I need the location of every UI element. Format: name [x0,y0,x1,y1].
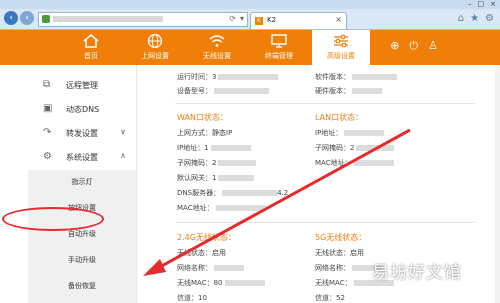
wifi24-mac-row: 无线MAC：80 [177,278,265,288]
gear-icon: ⚙ [43,151,52,162]
wan-mode-row: 上网方式：静态IP [177,129,233,137]
wifi5-channel-row: 信道：52 [315,294,345,302]
submenu-item-backup-restore[interactable]: 备份恢复 [28,274,136,298]
lan-status-title: LAN口状态： [315,113,364,122]
highlight-circle-annotation [2,207,104,231]
add-icon[interactable]: ⊕ [390,39,399,53]
wifi24-state-row: 无线状态：启用 [177,249,226,257]
nav-advanced-settings[interactable]: 高级设置 [312,30,370,65]
nav-wireless-settings[interactable]: 无线设置 [188,30,246,65]
back-button[interactable]: ‹ [4,11,18,25]
wan-ip-row: IP地址：1 [177,143,251,153]
submenu-item-indicator-light[interactable]: 指示灯 [28,170,136,194]
forward-icon: ↷ [43,127,52,138]
nav-device-management[interactable]: 终端管理 [250,30,308,65]
sidebar-item-label: 系统设置 [66,153,98,162]
window-controls: – □ × [468,0,496,9]
sidebar: ⧉ 远程管理 ▣ 动态DNS ↷ 转发设置 ∨ ⚙ 系统设置 ∧ 指示灯 按钮设… [28,65,137,303]
home-icon [83,34,99,48]
lan-ip-row: IP地址： [315,128,385,138]
dropdown-icon[interactable]: ▾ [240,14,244,23]
power-icon[interactable]: ⏻ [409,39,418,53]
content-scrollbar[interactable] [495,65,500,303]
minimize-button[interactable]: – [468,0,472,9]
remote-icon: ⧉ [43,79,51,90]
sidebar-item-label: 动态DNS [66,105,100,114]
chevron-up-icon: ∧ [120,151,126,160]
hardware-version-row: 硬件版本： [315,86,382,96]
url-action-icons[interactable]: ⟳ ▾ [229,14,244,23]
wifi5-status-title: 5G无线状态： [315,233,367,242]
wifi5-state-row: 无线状态：启用 [315,249,364,257]
nav-home[interactable]: 首页 [62,30,120,65]
url-text-redacted [53,16,163,22]
submenu-item-manual-upgrade[interactable]: 手动升级 [28,248,136,272]
sidebar-item-forwarding[interactable]: ↷ 转发设置 ∨ [28,121,136,145]
sidebar-item-remote-management[interactable]: ⧉ 远程管理 [28,73,136,97]
favorites-icon[interactable]: ★ [470,13,479,24]
browser-title-bar: – □ × [0,0,500,9]
nav-internet-settings[interactable]: 上网设置 [126,30,184,65]
settings-icon[interactable]: ⚙ [485,13,494,24]
tab-favicon-icon: K [255,17,263,25]
user-icon[interactable]: ♙ [428,39,438,53]
sliders-icon [334,34,348,48]
wifi24-status-title: 2.4G无线状态： [177,233,236,242]
system-settings-submenu: 指示灯 按钮设置 自动升级 手动升级 备份恢复 [28,170,136,303]
site-favicon-icon [42,15,50,23]
wan-mac-row: MAC地址： [177,203,266,213]
header-actions: ⊕ ⏻ ♙ [390,39,438,53]
watermark-text: 易坊好文馆 [372,263,462,283]
device-model-row: 设备型号： [177,86,269,96]
wifi24-ssid-row: 网络名称： [177,263,244,273]
lan-mask-row: 子网掩码：2 [315,143,395,153]
wifi24-channel-row: 信道：10 [177,294,207,302]
nav-label: 高级设置 [327,52,355,60]
run-time-row: 运行时间：3 [177,72,279,82]
maximize-button[interactable]: □ [478,0,485,9]
wan-mask-row: 子网掩码：2 [177,158,257,168]
tab-close-button[interactable]: × [335,15,342,24]
nav-label: 上网设置 [141,52,169,60]
sidebar-item-system-settings[interactable]: ⚙ 系统设置 ∧ [28,145,136,169]
chevron-down-icon: ∨ [120,127,126,136]
browser-address-bar: ‹ › ⟳ ▾ K K2 × ⌂ ★ ⚙ [0,9,500,30]
nav-label: 无线设置 [203,52,231,60]
wan-status-title: WAN口状态： [177,113,228,122]
nav-label: 首页 [84,52,98,60]
dns-icon: ▣ [43,103,53,114]
home-browser-icon[interactable]: ⌂ [458,13,464,24]
lan-mac-row: MAC地址： [315,158,394,168]
forward-button[interactable]: › [20,11,34,25]
tab-title: K2 [267,16,277,24]
monitor-icon [271,34,287,48]
software-version-row: 软件版本： [315,72,397,82]
browser-toolbar-icons: ⌂ ★ ⚙ [458,13,494,24]
wan-gateway-row: 默认网关：1 [177,173,255,183]
router-top-nav: 首页 上网设置 无线设置 终端管理 高级设置 ⊕ ⏻ ♙ [0,30,500,65]
close-window-button[interactable]: × [490,0,496,9]
sidebar-item-label: 远程管理 [66,81,98,90]
url-input[interactable]: ⟳ ▾ [38,12,248,27]
globe-icon [147,33,163,49]
nav-label: 终端管理 [265,52,293,60]
divider [175,222,475,223]
wifi-icon [209,35,225,47]
wan-dns-row: DNS服务器： 4.2 [177,189,289,197]
sidebar-item-label: 转发设置 [66,129,98,138]
refresh-icon[interactable]: ⟳ [229,14,236,23]
divider [175,103,475,104]
browser-tab[interactable]: K K2 × [250,12,347,29]
sidebar-item-ddns[interactable]: ▣ 动态DNS [28,97,136,121]
